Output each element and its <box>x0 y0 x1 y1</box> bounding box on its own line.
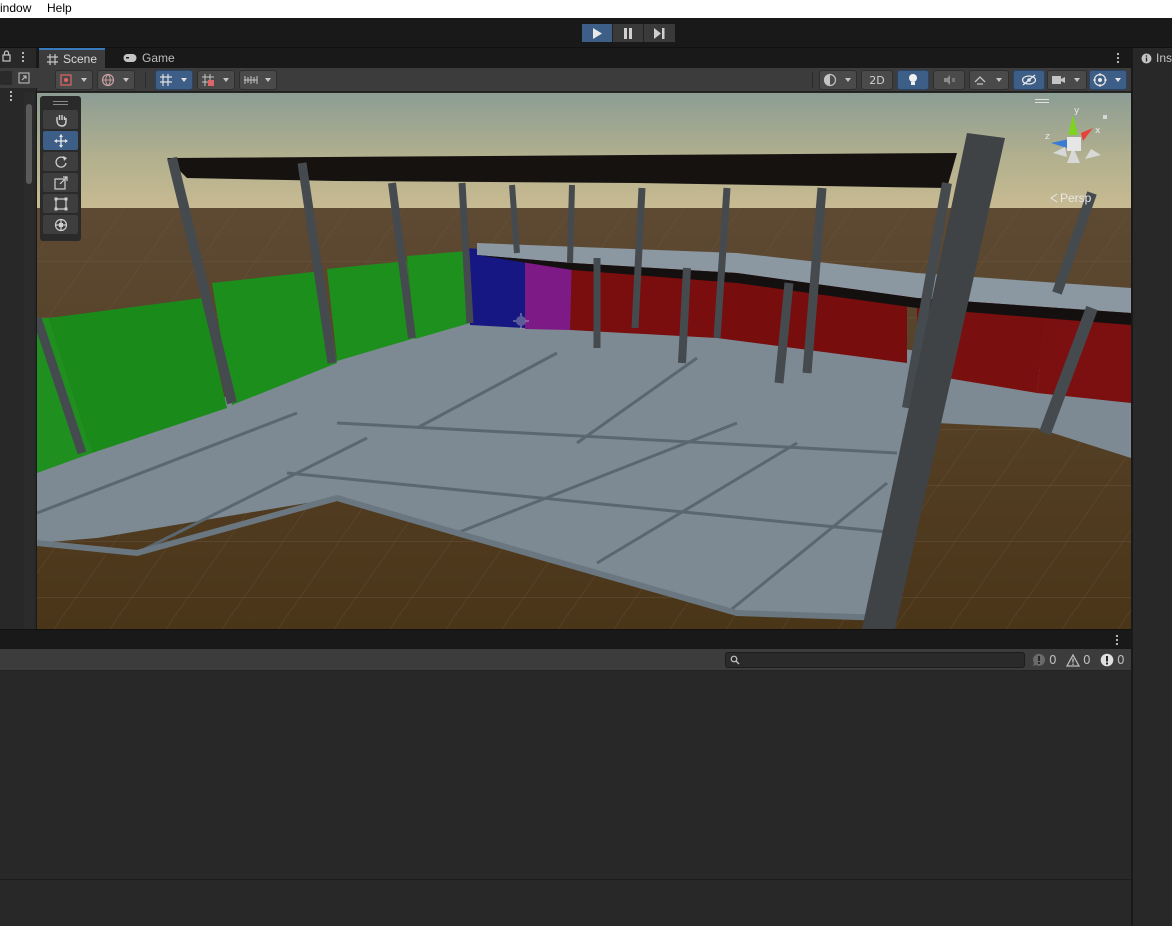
error-count-toggle[interactable]: 0 <box>1100 652 1125 668</box>
warning-icon <box>1066 653 1080 667</box>
grid-snap-dropdown[interactable] <box>155 70 193 90</box>
draw-mode-icon <box>60 74 87 86</box>
gizmo-z-label: z <box>1045 132 1050 142</box>
snap-icon <box>202 74 229 86</box>
menu-help[interactable]: Help <box>47 1 72 15</box>
more-options-icon[interactable] <box>6 89 16 103</box>
hierarchy-search-field[interactable] <box>0 71 12 85</box>
play-button[interactable] <box>582 24 613 42</box>
console-search-input[interactable] <box>725 652 1025 668</box>
tab-inspector[interactable]: Ins <box>1141 51 1172 65</box>
tab-scene-label: Scene <box>63 52 98 66</box>
vertical-scrollbar[interactable] <box>24 92 34 629</box>
rect-transform-icon <box>54 197 67 210</box>
console-more-icon[interactable] <box>1113 633 1121 647</box>
hand-icon <box>55 114 67 127</box>
transform-icon <box>54 218 67 231</box>
lighting-toggle[interactable] <box>897 70 929 90</box>
inspector-panel-edge: Ins <box>1131 48 1172 926</box>
search-icon <box>730 655 740 665</box>
warning-count: 0 <box>1083 653 1091 667</box>
perspective-toggle[interactable]: Persp <box>1050 191 1091 205</box>
info-message-icon <box>1032 653 1045 666</box>
inspector-tab-label: Ins <box>1156 51 1172 65</box>
console-divider <box>0 879 1131 880</box>
console-tab-bar <box>0 629 1131 649</box>
increment-snap-dropdown[interactable] <box>197 70 235 90</box>
tool-palette <box>40 96 81 241</box>
error-count: 0 <box>1117 653 1125 667</box>
tab-scene[interactable]: Scene <box>39 48 106 68</box>
rotate-tool-button[interactable] <box>43 152 78 171</box>
hierarchy-toolbar <box>0 68 37 88</box>
perspective-label: Persp <box>1060 191 1092 205</box>
menu-bar: indow Help <box>0 0 1172 18</box>
orientation-gizmo[interactable]: y x z Persp <box>1035 97 1131 207</box>
play-icon <box>593 27 602 39</box>
menu-window[interactable]: indow <box>0 1 31 15</box>
gizmo-icon <box>1093 73 1121 87</box>
ruler-dropdown[interactable] <box>239 70 277 90</box>
scene-more-icon[interactable] <box>1114 51 1122 65</box>
scrollbar-thumb[interactable] <box>26 104 32 184</box>
scale-tool-button[interactable] <box>43 173 78 192</box>
shading-icon <box>823 73 851 87</box>
hidden-objects-toggle[interactable] <box>1013 70 1045 90</box>
pause-button[interactable] <box>613 24 644 42</box>
lightbulb-icon <box>909 74 917 85</box>
grid-snap-icon <box>160 74 187 86</box>
palette-drag-handle[interactable] <box>53 101 68 105</box>
scene-tab-bar: Scene Game <box>37 48 1131 68</box>
camera-icon <box>1052 76 1080 84</box>
main-toolbar <box>0 18 1172 48</box>
scene-viewport[interactable]: y x z Persp <box>37 93 1131 629</box>
audio-toggle[interactable] <box>933 70 965 90</box>
scale-icon <box>53 175 68 190</box>
toggle-2d-label: 2D <box>869 73 885 87</box>
info-count: 0 <box>1049 653 1057 667</box>
gizmos-dropdown[interactable] <box>1089 70 1127 90</box>
transform-tool-button[interactable] <box>43 215 78 234</box>
gamepad-icon <box>123 54 137 62</box>
toggle-2d-button[interactable]: 2D <box>861 70 893 90</box>
effects-dropdown[interactable] <box>969 70 1009 90</box>
step-icon <box>654 27 665 39</box>
hierarchy-panel-edge <box>0 48 37 629</box>
scene-render <box>37 93 1131 629</box>
info-icon <box>1141 53 1152 63</box>
rotate-icon <box>54 155 67 168</box>
axis-gizmo-icon: y x z <box>1045 106 1107 163</box>
speaker-muted-icon <box>944 75 956 85</box>
pause-icon <box>624 27 632 39</box>
effects-icon <box>974 76 1002 85</box>
chevron-left-icon <box>1050 193 1058 203</box>
hand-tool-button[interactable] <box>43 110 78 129</box>
draw-mode-dropdown[interactable] <box>55 70 93 90</box>
error-icon <box>1100 653 1114 667</box>
grid-icon <box>47 53 58 65</box>
global-toggle-dropdown[interactable] <box>97 70 135 90</box>
step-button[interactable] <box>644 24 675 42</box>
eye-crossed-icon <box>1021 74 1037 86</box>
move-tool-button[interactable] <box>43 131 78 150</box>
scene-visibility-icon[interactable] <box>17 71 31 85</box>
rect-tool-button[interactable] <box>43 194 78 213</box>
warning-count-toggle[interactable]: 0 <box>1066 652 1091 668</box>
console-toolbar: 0 0 0 <box>0 649 1131 671</box>
info-count-toggle[interactable]: 0 <box>1032 652 1057 668</box>
move-icon <box>53 133 68 148</box>
ruler-icon <box>244 76 271 84</box>
shading-mode-dropdown[interactable] <box>819 70 857 90</box>
globe-icon <box>101 73 129 87</box>
scene-toolbar: 2D <box>37 68 1131 92</box>
console-log-area[interactable] <box>0 671 1131 926</box>
tab-game[interactable]: Game <box>115 48 183 68</box>
gizmo-x-label: x <box>1095 126 1101 136</box>
camera-dropdown[interactable] <box>1047 70 1087 90</box>
gizmo-y-label: y <box>1074 106 1080 116</box>
play-controls <box>582 24 675 42</box>
tab-game-label: Game <box>142 51 175 65</box>
